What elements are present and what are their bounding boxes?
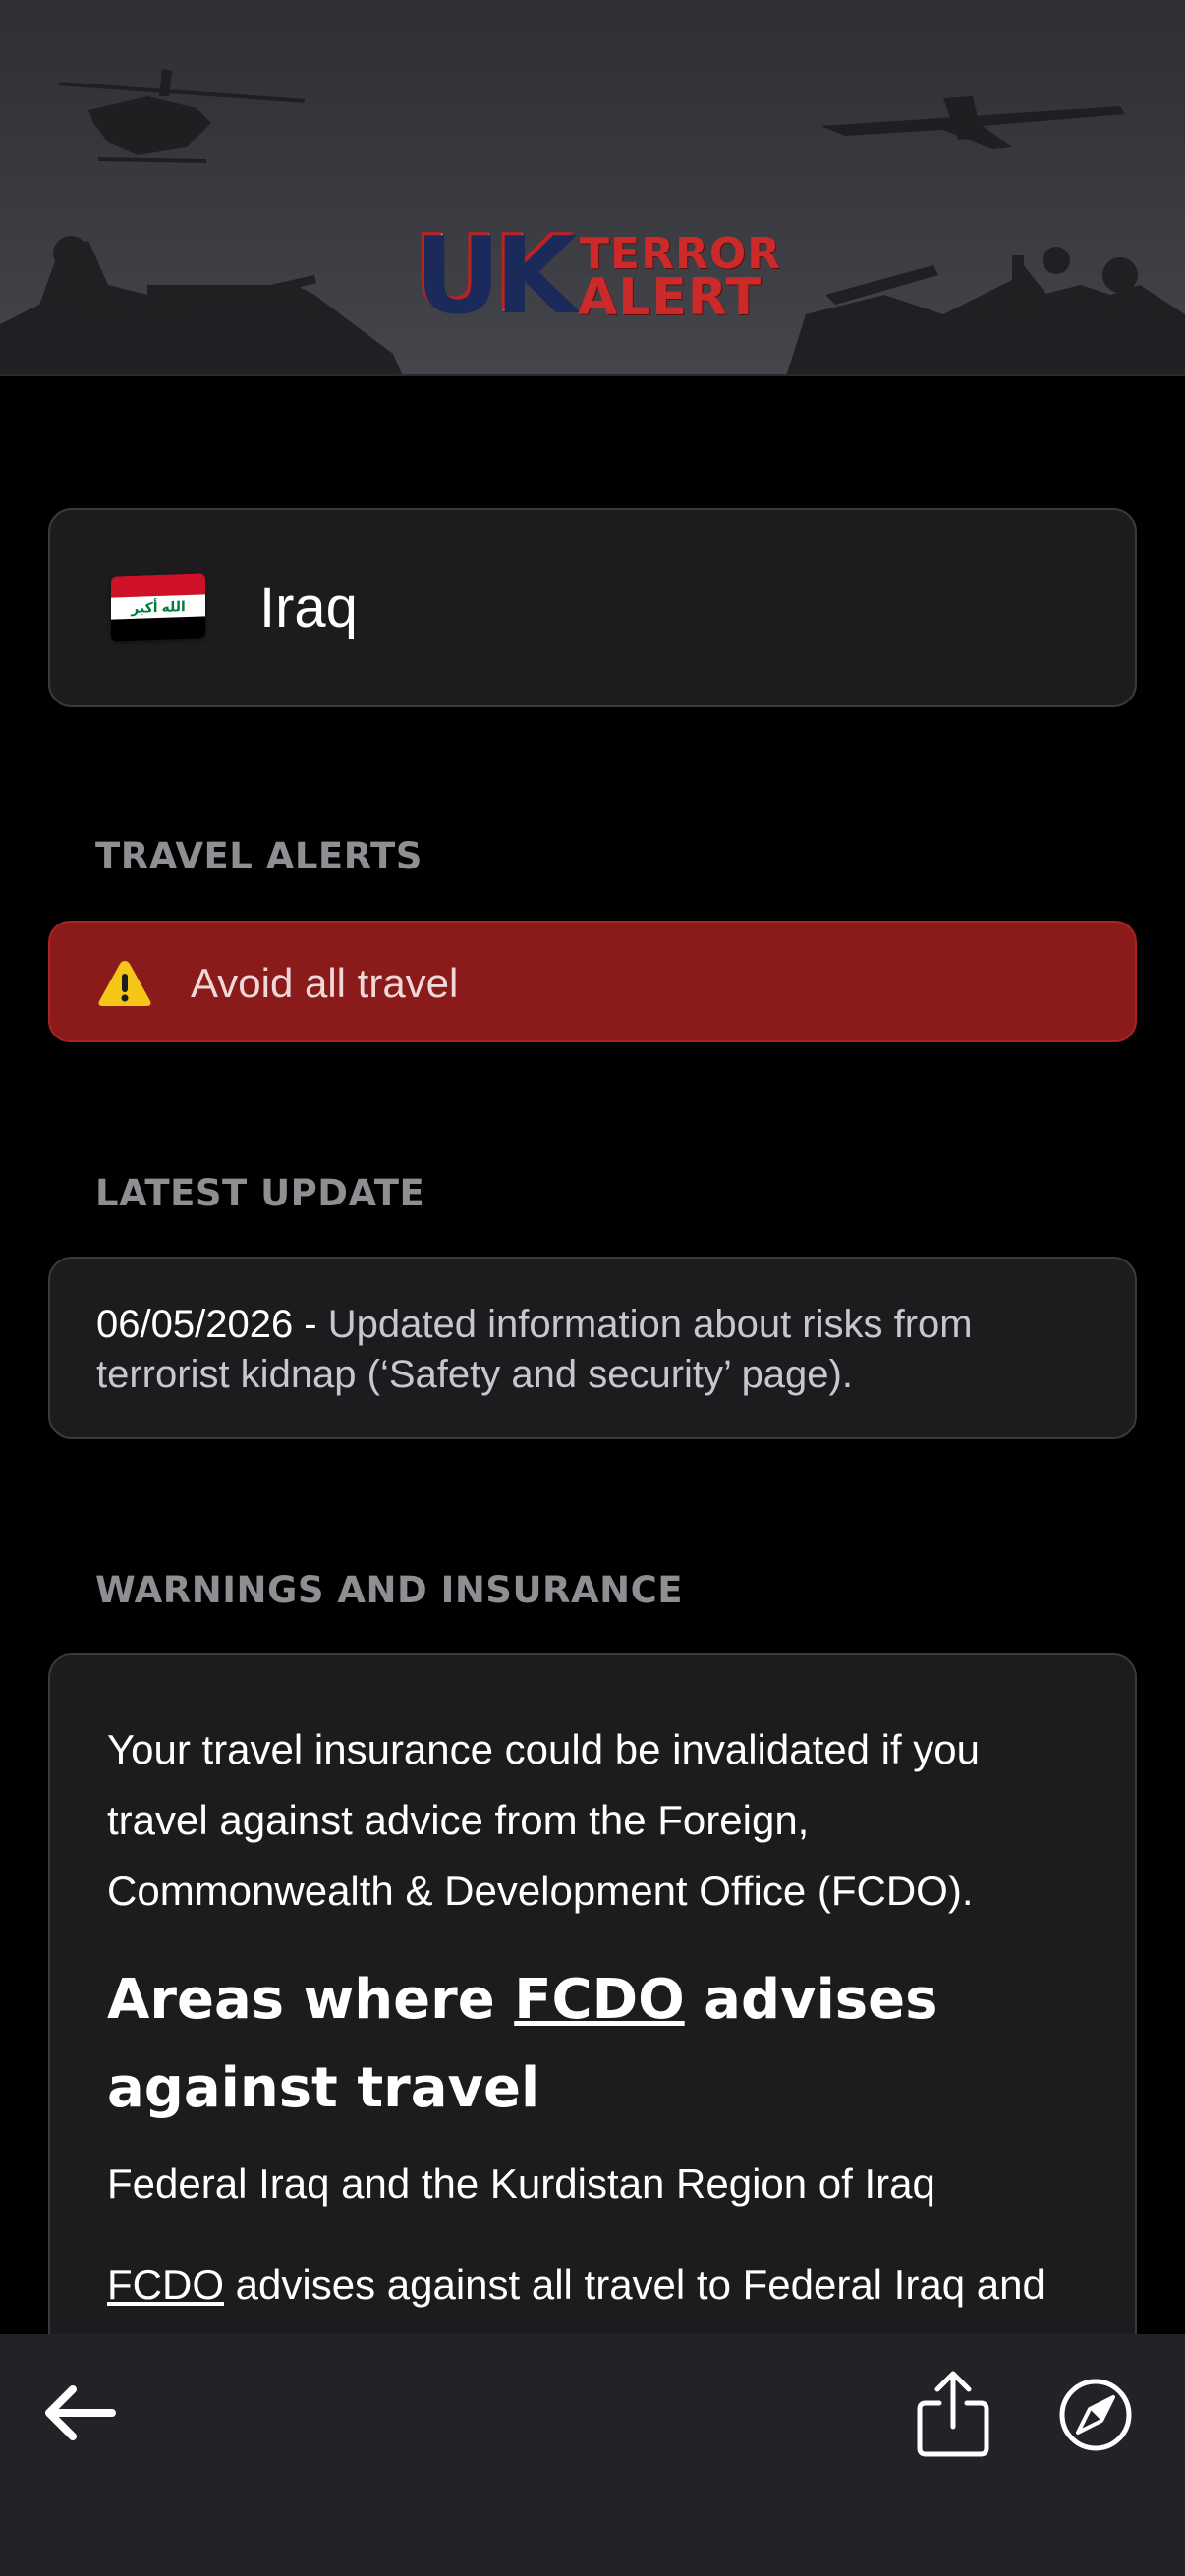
travel-alert-text: Avoid all travel bbox=[191, 960, 459, 1006]
country-name: Iraq bbox=[259, 576, 358, 640]
bottom-toolbar bbox=[0, 2334, 1185, 2576]
logo-alert-text: ALERT bbox=[578, 268, 762, 327]
share-icon[interactable] bbox=[914, 2370, 992, 2458]
flag-script: الله أكبر bbox=[131, 598, 186, 616]
iraq-flag-icon: الله أكبر bbox=[111, 573, 205, 642]
fcdo-link[interactable]: FCDO bbox=[514, 1968, 684, 2032]
region-subheading: Federal Iraq and the Kurdistan Region of… bbox=[107, 2160, 935, 2207]
latest-update-heading: LATEST UPDATE bbox=[95, 1172, 425, 1214]
areas-heading-pre: Areas where bbox=[107, 1968, 515, 2032]
fcdo-link-inline[interactable]: FCDO bbox=[107, 2262, 224, 2308]
warnings-insurance-heading: WARNINGS AND INSURANCE bbox=[95, 1569, 684, 1611]
compass-icon[interactable] bbox=[1058, 2378, 1133, 2452]
logo-uk-text: UK bbox=[413, 213, 575, 336]
country-card[interactable]: الله أكبر Iraq bbox=[48, 508, 1137, 707]
travel-alert-badge: Avoid all travel bbox=[48, 921, 1137, 1042]
header-banner: UK TERROR ALERT bbox=[0, 0, 1185, 376]
travel-alerts-heading: TRAVEL ALERTS bbox=[95, 835, 423, 877]
areas-heading: Areas where FCDO advises against travel bbox=[107, 1956, 1090, 2133]
uk-terror-alert-logo: UK TERROR ALERT bbox=[413, 213, 780, 336]
update-date: 06/05/2026 - bbox=[96, 1303, 317, 1346]
warning-triangle-icon bbox=[98, 961, 151, 1006]
back-arrow-icon[interactable] bbox=[41, 2381, 120, 2444]
insurance-text: Your travel insurance could be invalidat… bbox=[107, 1726, 981, 1914]
update-text: 06/05/2026 - Updated information about r… bbox=[96, 1300, 1099, 1400]
latest-update-card: 06/05/2026 - Updated information about r… bbox=[48, 1257, 1137, 1439]
